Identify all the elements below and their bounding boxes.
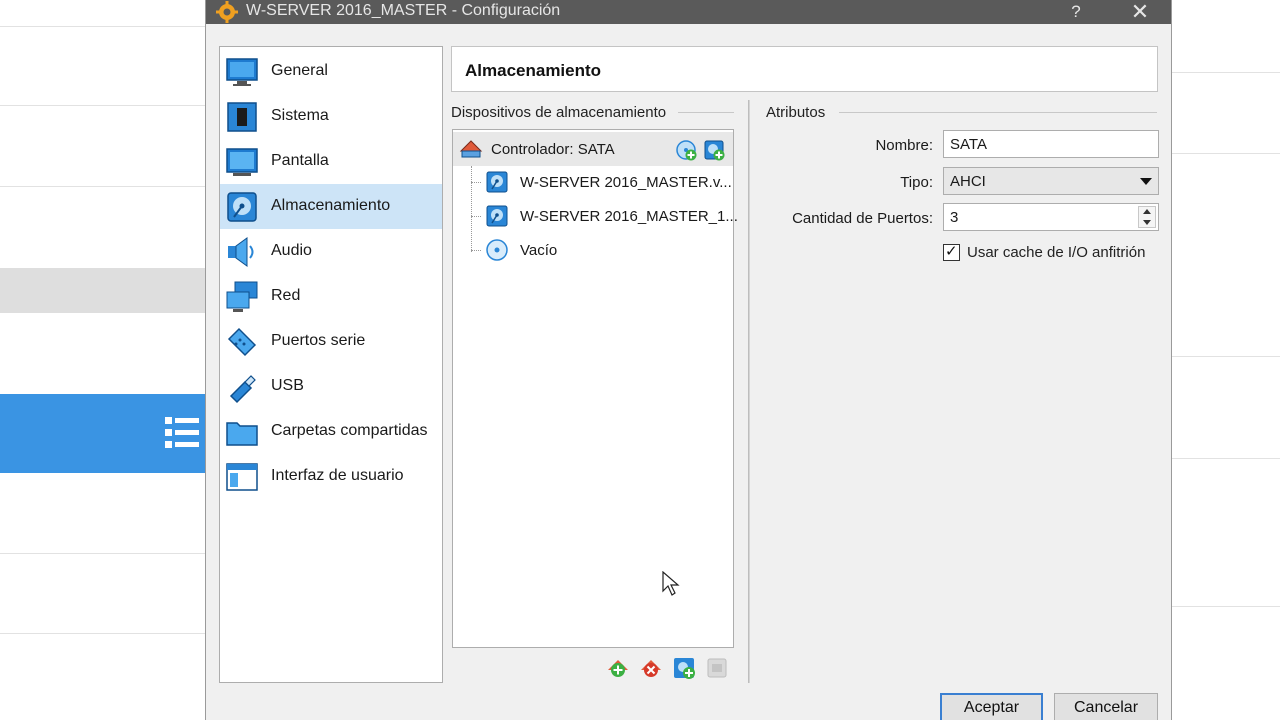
- controller-icon: [459, 140, 483, 158]
- category-label: Red: [271, 287, 301, 304]
- category-red[interactable]: Red: [220, 274, 442, 319]
- window-title: W-SERVER 2016_MASTER - Configuración: [246, 2, 561, 19]
- background-divider: [1172, 72, 1280, 73]
- hard-disk-icon: [486, 171, 508, 193]
- storage-device-label: W-SERVER 2016_MASTER.v...: [520, 174, 732, 191]
- ports-label: Cantidad de Puertos:: [792, 210, 933, 227]
- serial-port-icon: [227, 327, 257, 357]
- page-header: Almacenamiento: [451, 46, 1158, 92]
- background-divider: [1172, 153, 1280, 154]
- category-label: Almacenamiento: [271, 197, 391, 214]
- host-io-cache-checkbox[interactable]: ✓: [943, 243, 960, 261]
- category-label: Puertos serie: [271, 332, 366, 349]
- background-divider: [0, 186, 205, 187]
- category-almacenamiento[interactable]: Almacenamiento: [220, 184, 442, 229]
- category-label: USB: [271, 377, 304, 394]
- category-label: Pantalla: [271, 152, 329, 169]
- category-carpetas-compartidas[interactable]: Carpetas compartidas: [220, 409, 442, 454]
- host-io-cache-label[interactable]: Usar cache de I/O anfitrión: [967, 244, 1145, 261]
- spin-buttons[interactable]: [1138, 206, 1156, 228]
- category-puertos-serie[interactable]: Puertos serie: [220, 319, 442, 364]
- background-divider: [1172, 356, 1280, 357]
- background-group-header: [0, 268, 205, 313]
- background-panel: [0, 0, 205, 720]
- chip-icon: [227, 102, 257, 132]
- add-hard-disk-icon[interactable]: [703, 139, 725, 161]
- storage-devices-group-title: Dispositivos de almacenamiento: [451, 104, 667, 121]
- gear-icon: [216, 1, 238, 23]
- background-divider: [1172, 458, 1280, 459]
- storage-device-row[interactable]: W-SERVER 2016_MASTER.v...: [453, 165, 733, 199]
- name-label: Nombre:: [875, 137, 933, 154]
- network-icon: [226, 281, 258, 312]
- category-sistema[interactable]: Sistema: [220, 94, 442, 139]
- window-icon: [226, 463, 258, 491]
- background-divider: [0, 26, 205, 27]
- monitor-icon: [226, 58, 258, 86]
- category-label: Interfaz de usuario: [271, 467, 404, 484]
- usb-icon: [229, 375, 256, 404]
- ports-spinbox[interactable]: 3: [943, 203, 1159, 231]
- storage-tree[interactable]: Controlador: SATA W-SERVER 2016_MASTER.v…: [452, 129, 738, 648]
- title-bar[interactable]: W-SERVER 2016_MASTER - Configuración ? ✕: [206, 0, 1171, 24]
- dropdown-arrow-icon: [1140, 178, 1152, 185]
- category-label: Audio: [271, 242, 312, 259]
- category-list: General Sistema Pantalla Almacenamiento …: [219, 46, 443, 683]
- hard-disk-icon: [227, 192, 257, 222]
- category-usb[interactable]: USB: [220, 364, 442, 409]
- list-menu-icon[interactable]: [163, 414, 201, 452]
- storage-tree-toolbar: [606, 656, 736, 680]
- remove-attachment-icon[interactable]: [705, 656, 729, 680]
- mouse-cursor-icon: [662, 571, 680, 596]
- add-controller-icon[interactable]: [606, 656, 630, 680]
- group-divider: [839, 112, 1157, 113]
- category-general[interactable]: General: [220, 49, 442, 94]
- category-pantalla[interactable]: Pantalla: [220, 139, 442, 184]
- check-mark-icon: ✓: [945, 243, 958, 260]
- remove-controller-icon[interactable]: [639, 656, 663, 680]
- ports-value: 3: [950, 209, 959, 226]
- category-audio[interactable]: Audio: [220, 229, 442, 274]
- speaker-icon: [228, 237, 254, 267]
- hard-disk-icon: [486, 205, 508, 227]
- optical-disc-icon: [486, 239, 508, 261]
- group-divider: [678, 112, 734, 113]
- type-label: Tipo:: [900, 174, 933, 191]
- spin-up-icon[interactable]: [1143, 209, 1151, 214]
- spin-down-icon[interactable]: [1143, 220, 1151, 225]
- background-divider: [0, 105, 205, 106]
- add-attachment-icon[interactable]: [672, 656, 696, 680]
- storage-device-row[interactable]: W-SERVER 2016_MASTER_1...: [453, 199, 738, 233]
- controller-label: Controlador: SATA: [491, 141, 615, 158]
- close-button[interactable]: ✕: [1128, 0, 1152, 24]
- help-button[interactable]: ?: [1068, 0, 1084, 24]
- category-label: General: [271, 62, 328, 79]
- display-icon: [226, 148, 258, 176]
- background-divider: [1172, 606, 1280, 607]
- category-label: Carpetas compartidas: [271, 422, 428, 439]
- type-select[interactable]: AHCI: [943, 167, 1159, 195]
- background-divider: [0, 553, 205, 554]
- page-title: Almacenamiento: [465, 61, 602, 80]
- settings-dialog: W-SERVER 2016_MASTER - Configuración ? ✕…: [205, 0, 1172, 720]
- add-optical-drive-icon[interactable]: [675, 139, 697, 161]
- storage-device-label: W-SERVER 2016_MASTER_1...: [520, 208, 738, 225]
- background-right-panel: [1172, 0, 1280, 720]
- name-input[interactable]: SATA: [943, 130, 1159, 158]
- cancel-button[interactable]: Cancelar: [1054, 693, 1158, 720]
- storage-device-label: Vacío: [520, 242, 558, 259]
- storage-controller-row[interactable]: Controlador: SATA: [453, 132, 733, 166]
- storage-device-row[interactable]: Vacío: [453, 233, 733, 267]
- ok-button[interactable]: Aceptar: [940, 693, 1043, 720]
- folder-icon: [226, 422, 258, 446]
- category-label: Sistema: [271, 107, 329, 124]
- background-divider: [0, 633, 205, 634]
- category-interfaz-de-usuario[interactable]: Interfaz de usuario: [220, 454, 442, 499]
- panel-splitter[interactable]: [748, 100, 750, 683]
- type-selected-value: AHCI: [950, 173, 986, 190]
- attributes-group-title: Atributos: [766, 104, 826, 121]
